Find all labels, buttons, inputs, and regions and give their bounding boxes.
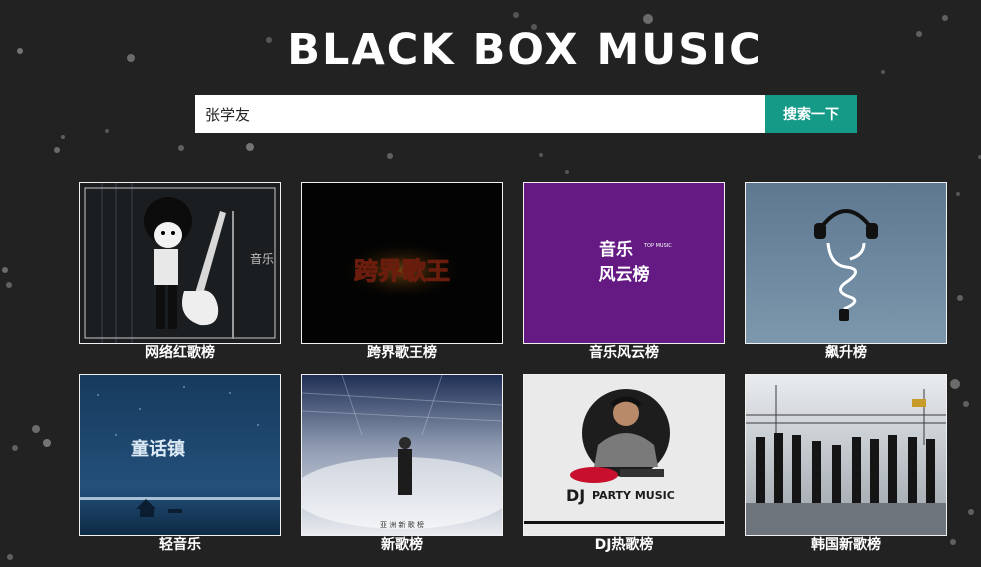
dj-turntable-icon: DJ PARTY MUSIC: [523, 374, 725, 536]
svg-text:PARTY MUSIC: PARTY MUSIC: [592, 489, 675, 502]
playlist-card[interactable]: 童话镇 轻音乐: [79, 374, 281, 554]
playlist-label: 网络红歌榜: [145, 345, 215, 361]
search-button[interactable]: 搜索一下: [765, 95, 857, 133]
playlist-card[interactable]: 韩国新歌榜: [745, 374, 947, 554]
show-logo-icon: 跨界歌王: [301, 182, 503, 344]
music-chart-logo-icon: 音乐 风云榜 TOP MUSIC: [523, 182, 725, 344]
girl-group-icon: [745, 374, 947, 536]
playlist-card[interactable]: DJ PARTY MUSIC DJ热歌榜: [523, 374, 725, 554]
cartoon-guitar-icon: 音乐: [79, 182, 281, 344]
singer-mist-icon: 亚 洲 新 歌 榜: [301, 374, 503, 536]
playlist-card[interactable]: 亚 洲 新 歌 榜 新歌榜: [301, 374, 503, 554]
playlist-label: 韩国新歌榜: [811, 537, 881, 553]
playlist-card[interactable]: 音乐 网络红歌榜: [79, 182, 281, 362]
svg-text:跨界歌王: 跨界歌王: [354, 257, 450, 285]
page-title: BLACK BOX MUSIC: [287, 25, 763, 75]
svg-text:DJ: DJ: [566, 486, 585, 505]
svg-text:音乐: 音乐: [250, 251, 274, 266]
playlist-label: 轻音乐: [159, 537, 201, 553]
svg-text:音乐: 音乐: [599, 239, 633, 260]
svg-text:风云榜: 风云榜: [599, 264, 650, 285]
night-lake-icon: 童话镇: [79, 374, 281, 536]
search-bar: 搜索一下: [195, 95, 857, 133]
search-input[interactable]: [195, 95, 765, 133]
headphones-icon: [745, 182, 947, 344]
playlist-card[interactable]: 飙升榜: [745, 182, 947, 362]
playlist-label: 跨界歌王榜: [367, 345, 437, 361]
playlist-grid: 音乐 网络红歌榜 跨界歌王 跨界歌王榜 音乐 风云榜 TOP MUSIC 音乐风…: [79, 182, 947, 554]
playlist-label: 飙升榜: [825, 345, 867, 361]
playlist-card[interactable]: 跨界歌王 跨界歌王榜: [301, 182, 503, 362]
svg-text:TOP MUSIC: TOP MUSIC: [643, 243, 672, 249]
svg-text:童话镇: 童话镇: [131, 438, 185, 460]
playlist-label: DJ热歌榜: [594, 537, 654, 553]
playlist-card[interactable]: 音乐 风云榜 TOP MUSIC 音乐风云榜: [523, 182, 725, 362]
playlist-label: 音乐风云榜: [589, 345, 659, 361]
svg-text:亚 洲 新 歌 榜: 亚 洲 新 歌 榜: [380, 520, 424, 529]
playlist-label: 新歌榜: [381, 537, 423, 553]
